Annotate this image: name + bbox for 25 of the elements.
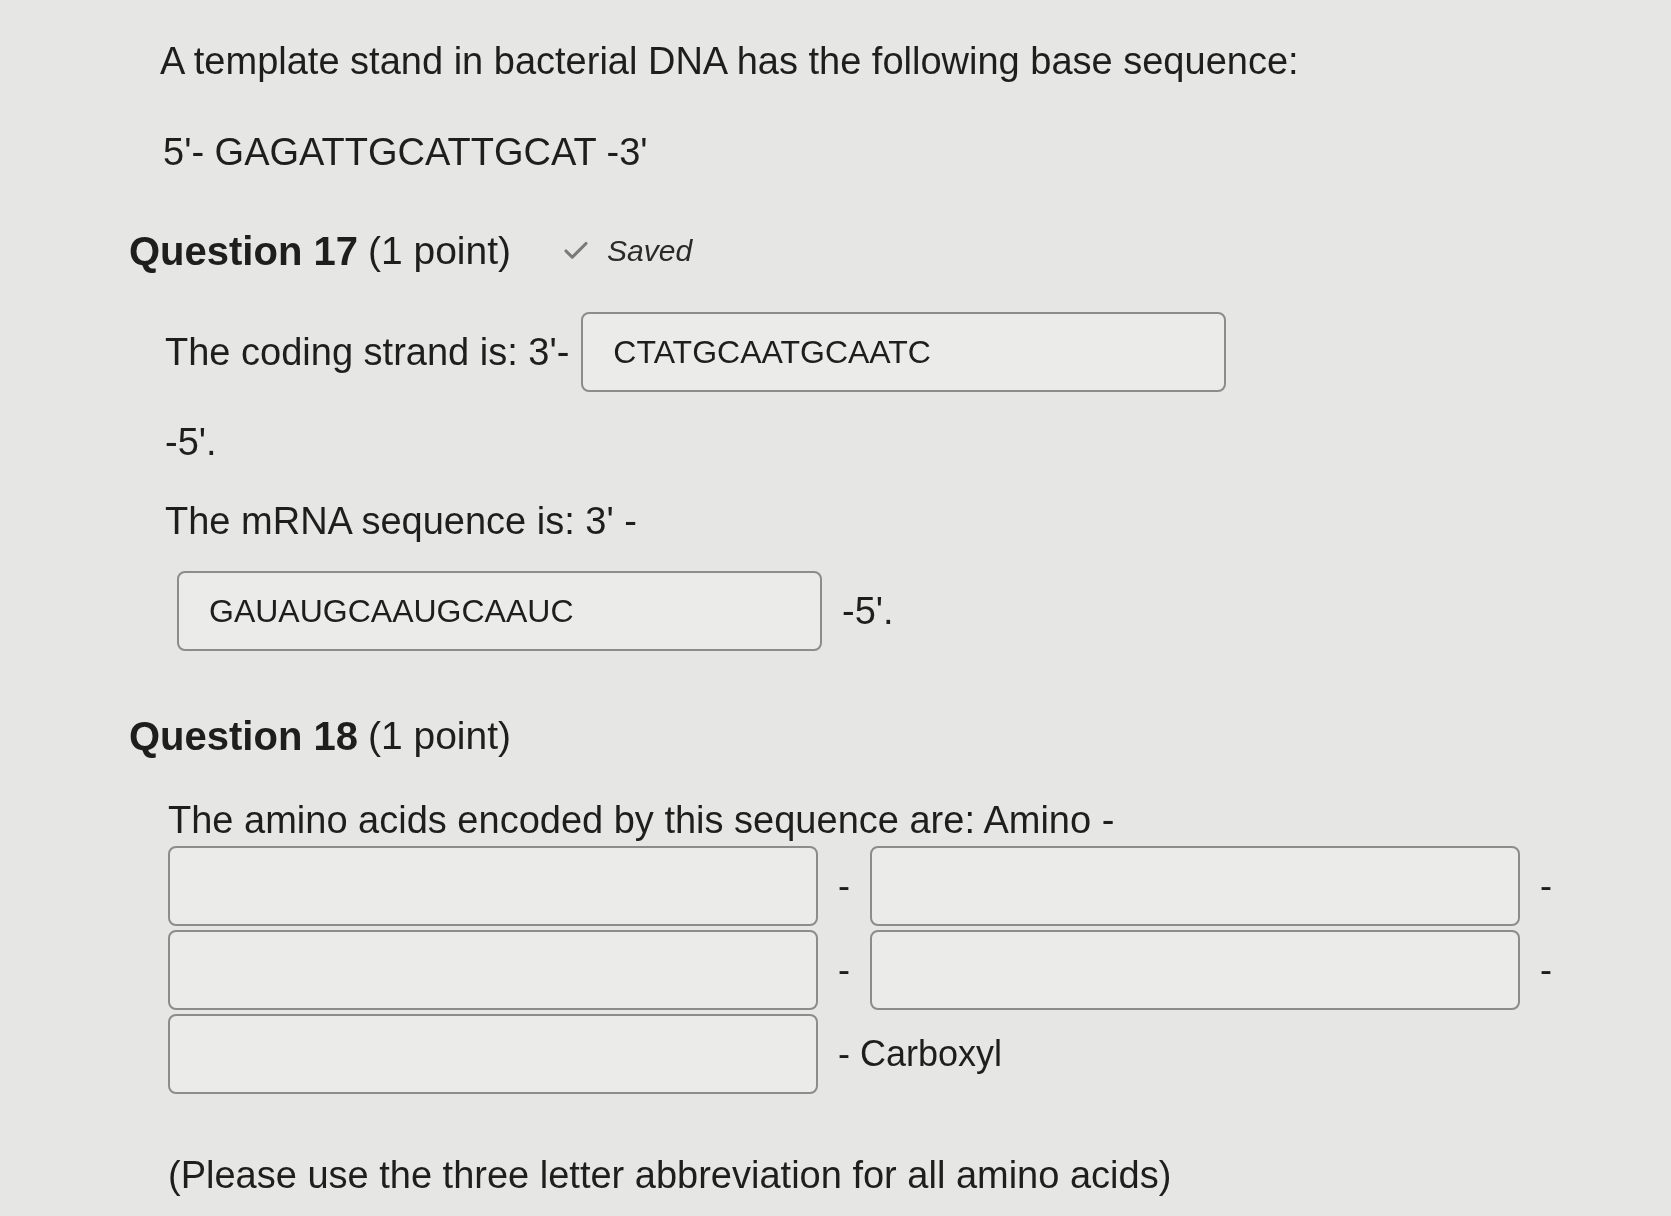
question-text: -5'. [842, 589, 894, 633]
answer-field[interactable] [168, 930, 818, 1010]
saved-status: Saved [607, 233, 693, 269]
answer-field[interactable] [168, 846, 818, 926]
separator-text: - [838, 864, 850, 908]
separator-text: - [1540, 864, 1552, 908]
dna-sequence: 5'- GAGATTGCATTGCAT -3' [163, 130, 649, 174]
question-text: The mRNA sequence is: 3' - [165, 499, 637, 543]
question-text: The amino acids encoded by this sequence are: Amino - [168, 798, 1116, 842]
question-title: Question 18 [129, 713, 358, 760]
separator-text: - [838, 948, 850, 992]
intro-text: A template stand in bacterial DNA has the following base sequence: [160, 39, 1300, 83]
question-text: -5'. [165, 420, 217, 464]
separator-text: - Carboxyl [838, 1032, 1003, 1076]
answer-field[interactable] [870, 930, 1520, 1010]
answer-field[interactable]: GAUAUGCAAUGCAAUC [177, 571, 822, 651]
instruction-text: (Please use the three letter abbreviation for all amino acids) [168, 1153, 1173, 1197]
question-points: (1 point) [367, 713, 512, 759]
answer-field[interactable]: CTATGCAATGCAATC [581, 312, 1227, 392]
question-points: (1 point) [367, 228, 512, 274]
question-title: Question 17 [129, 228, 358, 275]
answer-field[interactable] [168, 1014, 818, 1094]
separator-text: - [1540, 948, 1552, 992]
question-text: The coding strand is: 3'- [165, 330, 570, 374]
answer-field[interactable] [870, 846, 1520, 926]
